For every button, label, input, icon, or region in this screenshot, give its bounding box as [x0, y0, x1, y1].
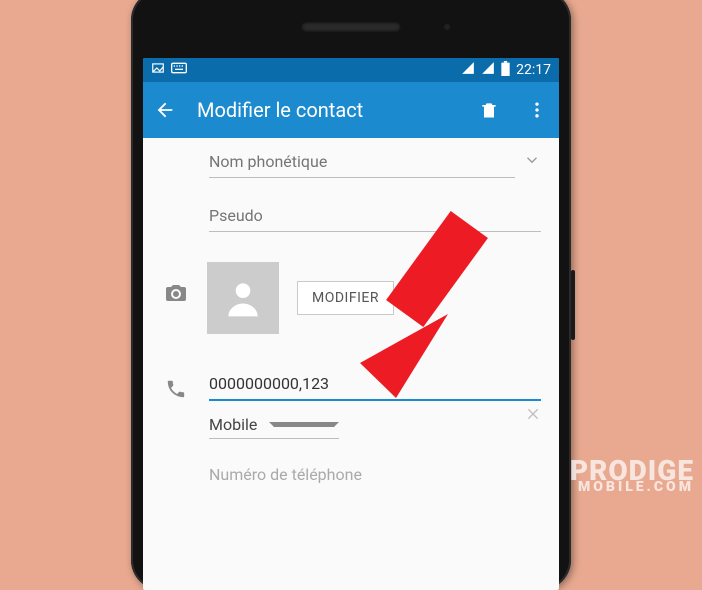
camera-icon: [161, 278, 191, 308]
dropdown-caret-icon: [269, 422, 339, 427]
phone-side-button: [571, 270, 575, 340]
pseudo-field[interactable]: [209, 200, 541, 232]
screen: 22:17 Modifier le contact: [143, 58, 559, 590]
phone-sensor: [443, 23, 451, 31]
phone-speaker: [301, 22, 401, 32]
phone-number-hint: Numéro de téléphone: [209, 459, 541, 491]
phone-frame: 22:17 Modifier le contact: [131, 0, 571, 590]
phone-number-field[interactable]: [209, 368, 541, 401]
phone-type-value: Mobile: [209, 415, 269, 434]
status-bar: 22:17: [143, 58, 559, 82]
delete-button[interactable]: [477, 98, 501, 122]
signal-icon: [461, 61, 475, 79]
battery-icon: [501, 61, 510, 80]
screenshot-icon: [151, 61, 165, 79]
clear-button[interactable]: [525, 406, 541, 427]
status-time: 22:17: [516, 62, 551, 78]
keyboard-icon: [171, 62, 187, 78]
phone-type-dropdown[interactable]: Mobile: [209, 415, 339, 439]
avatar[interactable]: [207, 262, 279, 334]
watermark: PRODIGE MOBILE.COM: [570, 458, 694, 494]
back-button[interactable]: [153, 98, 177, 122]
phone-icon: [161, 374, 191, 404]
watermark-line2: MOBILE.COM: [570, 481, 694, 494]
app-header: Modifier le contact: [143, 82, 559, 138]
modify-photo-button[interactable]: MODIFIER: [297, 281, 394, 315]
phonetic-name-field[interactable]: [209, 146, 515, 178]
overflow-menu-button[interactable]: [525, 98, 549, 122]
signal-icon: [481, 61, 495, 79]
header-title: Modifier le contact: [197, 98, 457, 122]
chevron-down-icon[interactable]: [523, 151, 541, 173]
